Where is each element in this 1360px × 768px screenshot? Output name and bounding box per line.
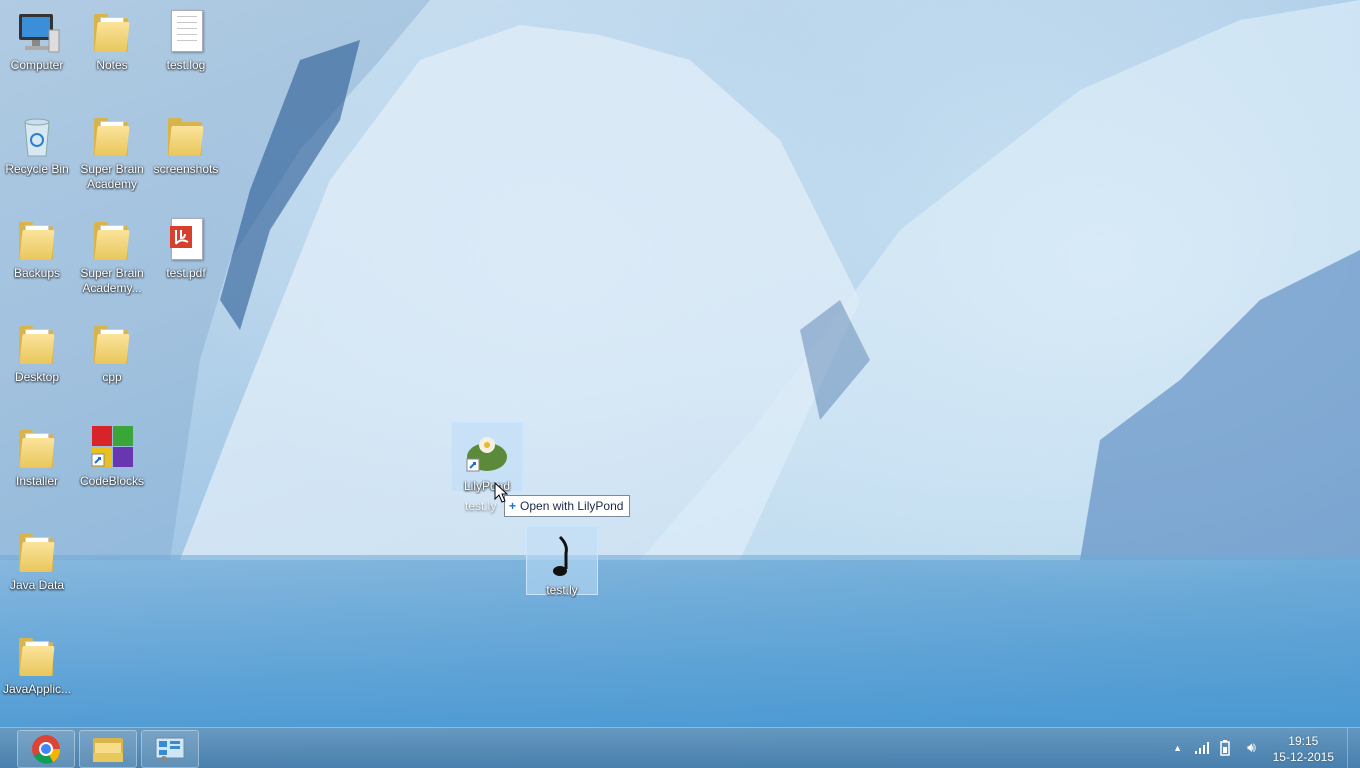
icon-label: LilyPond — [463, 479, 511, 493]
pdf-icon — [162, 216, 210, 264]
taskbar: ▲ 🔊︎ 19:15 15-12-2015 — [0, 727, 1360, 768]
folder-icon — [88, 320, 136, 368]
folder-icon — [13, 528, 61, 576]
power-icon[interactable] — [1218, 740, 1232, 756]
icon-label: Desktop — [14, 370, 60, 384]
desktop-icon-test-ly[interactable]: test.ly — [526, 526, 598, 597]
icon-label: test.pdf — [166, 266, 206, 280]
desktop-icon-desktop[interactable]: Desktop — [1, 314, 73, 385]
desktop-icon-recycle-bin[interactable]: Recycle Bin — [1, 106, 73, 177]
desktop-icon-cpp[interactable]: cpp — [76, 314, 148, 385]
icon-label: test.ly — [546, 583, 578, 597]
control-panel-icon — [155, 737, 185, 762]
folder-icon — [13, 632, 61, 680]
icon-label: Recycle Bin — [5, 162, 69, 176]
icon-label: JavaApplic... — [2, 682, 72, 696]
icon-label: Java Data — [9, 578, 65, 592]
clock-date: 15-12-2015 — [1272, 750, 1334, 764]
desktop-icon-javaapplic[interactable]: JavaApplic... — [1, 626, 73, 697]
drag-ghost-label: test.ly — [465, 499, 497, 513]
icon-label: Installer — [15, 474, 59, 488]
desktop-icon-installer[interactable]: Installer — [1, 418, 73, 489]
folder-icon — [88, 216, 136, 264]
desktop-icon-computer[interactable]: Computer — [1, 2, 73, 73]
taskbar-control-panel-button[interactable] — [141, 730, 199, 768]
lilypond-shortcut-icon — [463, 429, 511, 477]
show-desktop-button[interactable] — [1347, 728, 1360, 768]
desktop-icon-super-brain-academy[interactable]: Super Brain Academy — [76, 106, 148, 192]
taskbar-chrome-button[interactable] — [17, 730, 75, 768]
volume-icon[interactable]: 🔊︎ — [1247, 739, 1256, 756]
folder-icon — [88, 112, 136, 160]
recycle-bin-icon — [13, 112, 61, 160]
codeblocks-icon — [88, 424, 136, 472]
lilypond-file-icon — [538, 533, 586, 581]
folder-icon — [13, 216, 61, 264]
computer-icon — [13, 8, 61, 56]
icon-label: Computer — [10, 58, 64, 72]
drag-tooltip: + Open with LilyPond — [504, 495, 631, 517]
folder-icon — [88, 8, 136, 56]
tooltip-text: Open with LilyPond — [520, 499, 624, 513]
icon-label: Super Brain Academy... — [80, 266, 144, 295]
chrome-icon — [32, 735, 61, 764]
folder-icon — [13, 424, 61, 472]
taskbar-file-explorer-button[interactable] — [79, 730, 137, 768]
icon-label: CodeBlocks — [79, 474, 145, 488]
desktop-icon-test-pdf[interactable]: test.pdf — [150, 210, 222, 281]
icon-label: screenshots — [153, 162, 219, 176]
desktop-icon-codeblocks[interactable]: CodeBlocks — [76, 418, 148, 489]
file-explorer-icon — [93, 738, 123, 762]
desktop-icon-lilypond[interactable]: LilyPond — [451, 422, 523, 493]
icon-label: cpp — [102, 370, 122, 384]
taskbar-clock[interactable]: 19:15 15-12-2015 — [1273, 733, 1334, 765]
mouse-cursor — [494, 482, 509, 503]
icon-label: Super Brain Academy — [80, 162, 144, 191]
text-file-icon — [162, 8, 210, 56]
icon-label: Notes — [96, 58, 128, 72]
water-reflection — [0, 555, 1360, 728]
clock-time: 19:15 — [1288, 734, 1319, 748]
desktop-icon-backups[interactable]: Backups — [1, 210, 73, 281]
desktop-icon-notes[interactable]: Notes — [76, 2, 148, 73]
folder-icon — [13, 320, 61, 368]
desktop-icon-super-brain-academy-2[interactable]: Super Brain Academy... — [76, 210, 148, 296]
desktop-icon-java-data[interactable]: Java Data — [1, 522, 73, 593]
desktop-icon-screenshots[interactable]: screenshots — [150, 106, 222, 177]
network-icon[interactable] — [1194, 741, 1210, 755]
icon-label: Backups — [13, 266, 61, 280]
desktop-icon-test-log[interactable]: test.log — [150, 2, 222, 73]
icon-label: test.log — [166, 58, 206, 72]
plus-icon: + — [509, 499, 517, 513]
show-hidden-icons-icon[interactable]: ▲ — [1173, 743, 1182, 753]
folder-icon — [162, 112, 210, 160]
